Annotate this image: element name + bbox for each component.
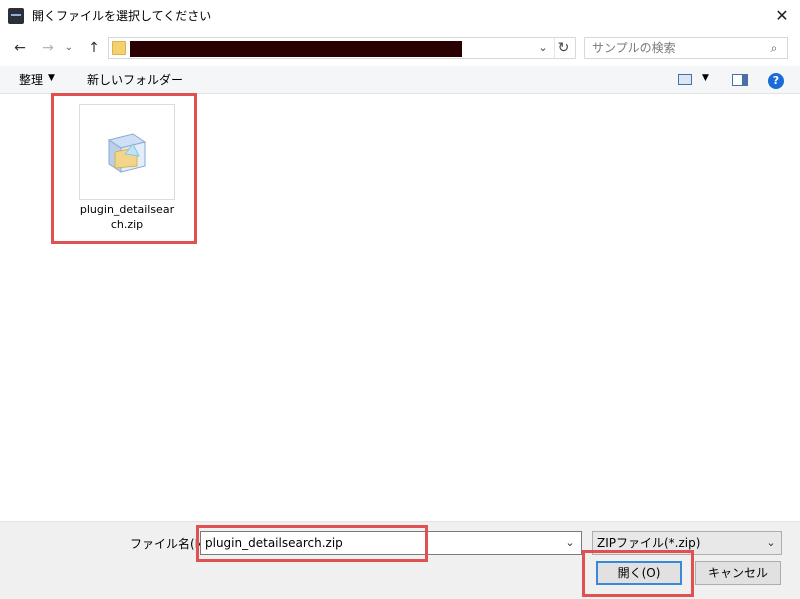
- filename-highlight-box: [196, 525, 428, 562]
- organize-caret-icon[interactable]: ▼: [48, 73, 55, 83]
- recent-locations-chevron-icon[interactable]: ⌄: [62, 38, 76, 58]
- up-arrow-icon[interactable]: ↑: [84, 38, 104, 58]
- help-icon[interactable]: ?: [768, 73, 784, 89]
- search-input[interactable]: [592, 40, 752, 56]
- filename-dropdown-chevron-icon[interactable]: ⌄: [563, 536, 577, 550]
- file-type-value: ZIPファイル(*.zip): [597, 536, 701, 550]
- new-folder-button[interactable]: 新しいフォルダー: [87, 72, 183, 88]
- redacted-path: [130, 41, 462, 57]
- app-icon: [8, 8, 24, 24]
- file-type-chevron-icon[interactable]: ⌄: [764, 536, 778, 550]
- organize-button[interactable]: 整理: [19, 72, 43, 88]
- window-title: 開くファイルを選択してください: [32, 9, 212, 23]
- cancel-button[interactable]: キャンセル: [695, 561, 781, 585]
- view-options-caret-icon[interactable]: ▼: [702, 73, 709, 83]
- back-arrow-icon[interactable]: ←: [10, 38, 30, 58]
- preview-pane-icon[interactable]: [732, 74, 748, 86]
- file-highlight-box: [51, 93, 197, 244]
- search-icon[interactable]: ⌕: [766, 40, 782, 56]
- open-button-highlight-box: [582, 550, 694, 597]
- folder-icon: [112, 41, 126, 55]
- close-button[interactable]: ✕: [764, 0, 800, 32]
- forward-arrow-icon[interactable]: →: [38, 38, 58, 58]
- change-view-icon[interactable]: [678, 74, 692, 85]
- address-dropdown-chevron-icon[interactable]: ⌄: [536, 39, 550, 57]
- refresh-icon[interactable]: ↻: [554, 38, 572, 58]
